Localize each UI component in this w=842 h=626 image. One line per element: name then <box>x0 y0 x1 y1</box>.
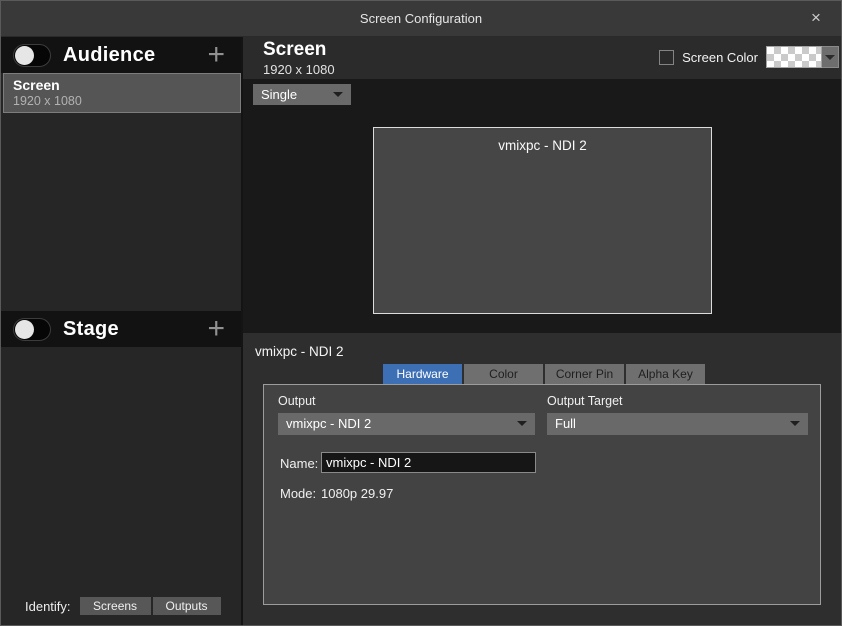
screen-item-resolution: 1920 x 1080 <box>13 94 240 108</box>
screen-color-label: Screen Color <box>682 50 758 65</box>
preview-output-label: vmixpc - NDI 2 <box>374 138 711 153</box>
chevron-down-icon[interactable] <box>822 46 839 68</box>
screen-list-item[interactable]: Screen 1920 x 1080 <box>3 73 241 113</box>
layout-select[interactable]: Single <box>253 84 351 105</box>
tab-corner-pin[interactable]: Corner Pin <box>545 364 624 384</box>
window-title: Screen Configuration <box>1 1 841 37</box>
identify-outputs-button[interactable]: Outputs <box>153 597 221 615</box>
tab-alpha-key[interactable]: Alpha Key <box>626 364 705 384</box>
screen-configuration-dialog: Screen Configuration × Audience + Screen… <box>0 0 842 626</box>
sidebar: Audience + Screen 1920 x 1080 Stage + Id… <box>1 37 243 626</box>
add-stage-screen-icon[interactable]: + <box>207 314 229 344</box>
transparent-color-swatch <box>766 46 822 68</box>
screen-item-title: Screen <box>13 77 240 93</box>
audience-toggle[interactable] <box>13 44 51 67</box>
output-select[interactable]: vmixpc - NDI 2 <box>278 413 535 435</box>
title-bar: Screen Configuration × <box>1 1 841 37</box>
add-audience-screen-icon[interactable]: + <box>207 40 229 70</box>
stage-label: Stage <box>63 318 119 341</box>
output-section: vmixpc - NDI 2 Hardware Color Corner Pin… <box>243 333 842 626</box>
tab-color[interactable]: Color <box>464 364 543 384</box>
preview-area: Single vmixpc - NDI 2 <box>243 79 842 333</box>
main-header: Screen 1920 x 1080 Screen Color <box>243 37 842 79</box>
tab-hardware[interactable]: Hardware <box>383 364 462 384</box>
hardware-tab-panel: Output vmixpc - NDI 2 Output Target Full… <box>263 384 821 605</box>
mode-value: 1080p 29.97 <box>321 486 393 501</box>
stage-section-header: Stage + <box>1 311 241 347</box>
output-target-label: Output Target <box>547 394 623 408</box>
audience-section-header: Audience + <box>1 37 241 73</box>
output-target-select[interactable]: Full <box>547 413 808 435</box>
identify-screens-button[interactable]: Screens <box>80 597 151 615</box>
page-resolution: 1920 x 1080 <box>263 62 335 77</box>
screen-color-dropdown[interactable] <box>766 46 839 68</box>
tab-bar: Hardware Color Corner Pin Alpha Key <box>383 364 707 384</box>
audience-label: Audience <box>63 44 155 67</box>
close-icon[interactable]: × <box>799 1 833 37</box>
screen-color-checkbox[interactable] <box>659 50 674 65</box>
screen-preview[interactable]: vmixpc - NDI 2 <box>373 127 712 314</box>
screen-color-group: Screen Color <box>659 45 839 69</box>
stage-toggle-knob <box>15 320 34 339</box>
identify-label: Identify: <box>25 599 71 614</box>
name-input[interactable] <box>321 452 536 473</box>
mode-label: Mode: <box>280 486 316 501</box>
output-section-title: vmixpc - NDI 2 <box>255 344 344 359</box>
audience-toggle-knob <box>15 46 34 65</box>
stage-toggle[interactable] <box>13 318 51 341</box>
identify-row: Identify: Screens Outputs <box>1 595 241 617</box>
page-title: Screen <box>263 39 326 61</box>
output-label: Output <box>278 394 316 408</box>
name-label: Name: <box>280 456 318 471</box>
